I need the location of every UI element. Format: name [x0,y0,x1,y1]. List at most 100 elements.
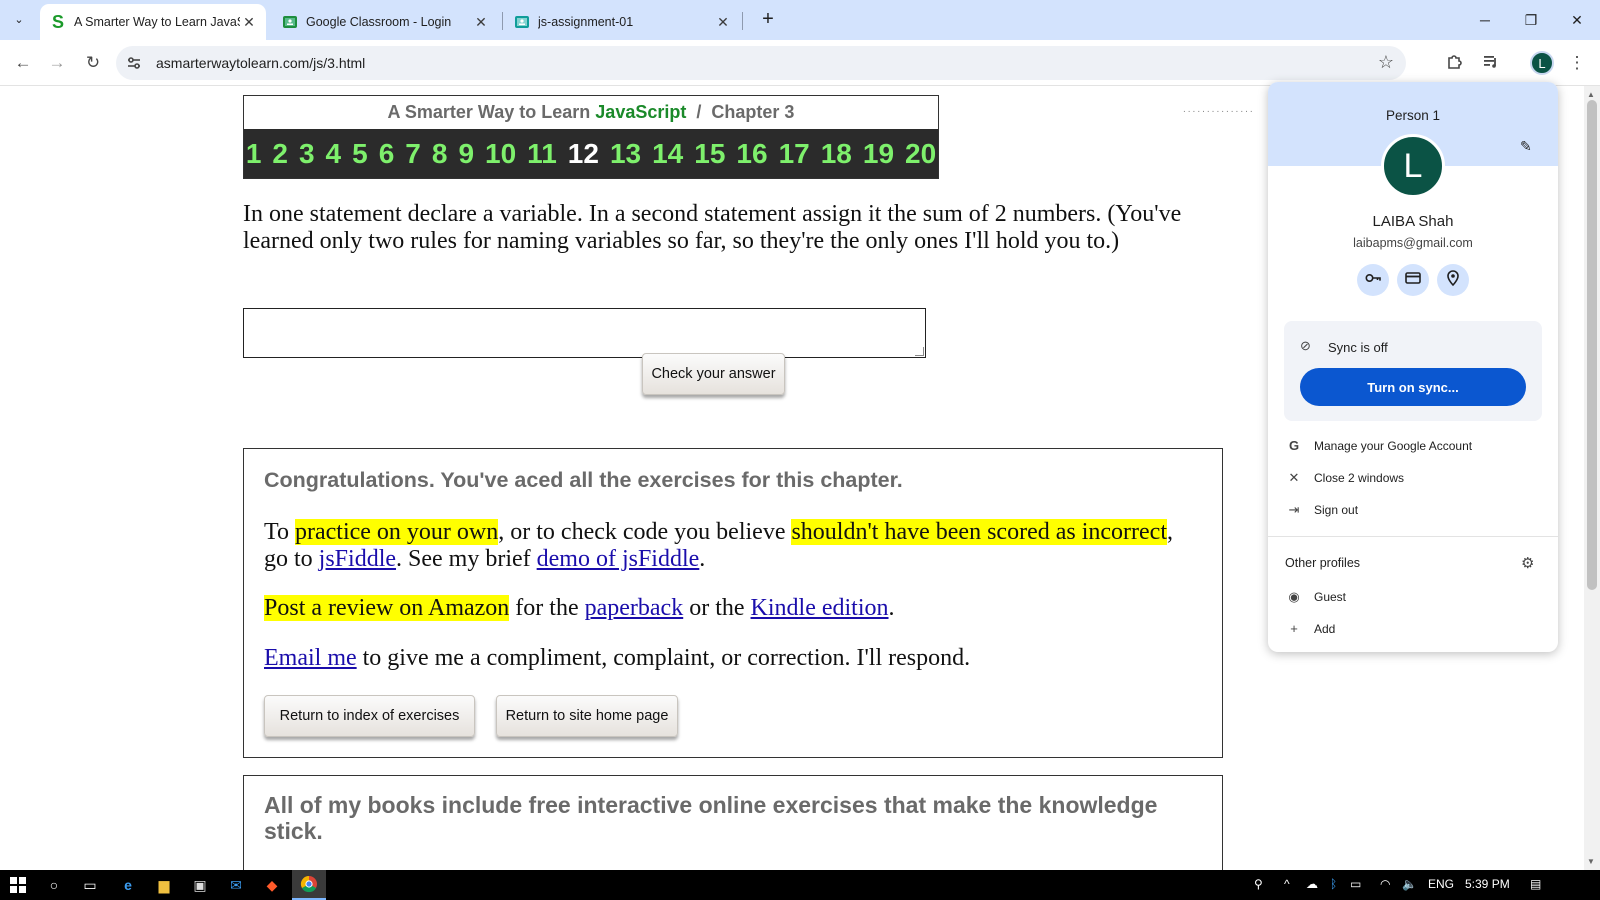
page-scrollbar[interactable]: ▲ ▼ [1584,86,1600,870]
books-heading: All of my books include free interactive… [264,792,1158,844]
site-info-icon[interactable] [126,55,142,71]
back-button[interactable]: ← [8,48,38,78]
exercise-number-link[interactable]: 6 [379,138,395,170]
manage-google-account-item[interactable]: G Manage your Google Account [1268,431,1558,461]
payment-methods-button[interactable] [1397,264,1429,296]
email-link[interactable]: Email me [264,645,357,671]
new-tab-button[interactable]: + [756,8,780,32]
close-icon[interactable]: ✕ [714,13,732,31]
chrome-icon [300,875,317,893]
exercise-number-link[interactable]: 20 [905,138,936,170]
practice-paragraph: To practice on your own, or to check cod… [264,519,1184,573]
puzzle-icon [1446,52,1464,75]
notifications-icon[interactable]: ▤ [1530,877,1541,891]
search-button[interactable]: ○ [44,875,64,895]
exercise-number-link[interactable]: 3 [299,138,315,170]
scroll-down-icon[interactable]: ▼ [1587,857,1595,866]
return-index-button[interactable]: Return to index of exercises [264,695,475,737]
title-separator: / [696,102,702,122]
addresses-button[interactable] [1437,264,1469,296]
exercise-number-link[interactable]: 14 [652,138,683,170]
scroll-up-icon[interactable]: ▲ [1587,90,1595,99]
chrome-taskbar-button[interactable] [292,870,326,900]
bookmark-star-icon[interactable]: ☆ [1378,52,1394,73]
exercise-number-link[interactable]: 8 [432,138,448,170]
jsfiddle-link[interactable]: jsFiddle [319,546,396,572]
passwords-button[interactable] [1357,264,1389,296]
exercise-number-link[interactable]: 11 [527,138,557,170]
people-icon[interactable]: ⚲ [1254,877,1263,891]
exercise-number-link[interactable]: 2 [272,138,288,170]
wifi-icon[interactable]: ◠ [1380,877,1390,891]
arrow-right-icon: → [48,53,66,72]
reload-button[interactable]: ↻ [78,48,108,78]
tab-asmarterway[interactable]: S A Smarter Way to Learn JavaScr ✕ [40,4,266,40]
add-profile-item[interactable]: + Add [1268,614,1558,644]
mail-button[interactable]: ✉ [226,875,246,895]
return-home-button[interactable]: Return to site home page [496,695,678,737]
file-explorer-button[interactable]: ▆ [154,875,174,895]
paperback-link[interactable]: paperback [585,595,684,621]
exercise-number-link[interactable]: 17 [779,138,810,170]
exercise-number-link[interactable]: 1 [246,138,262,170]
exercise-number-nav: 1 2 3 4 5 6 7 8 9 10 11 12 13 14 15 16 17 18 19 20 [244,129,938,178]
close-icon[interactable]: ✕ [472,13,490,31]
classroom-icon [282,14,298,30]
exercise-number-link[interactable]: 18 [821,138,852,170]
exercise-number-link[interactable]: 15 [694,138,725,170]
pencil-icon[interactable]: ✎ [1520,138,1532,155]
chevron-up-icon[interactable]: ^ [1284,877,1290,891]
exercise-number-link[interactable]: 9 [458,138,474,170]
exercise-number-link[interactable]: 5 [352,138,368,170]
scrollbar-thumb[interactable] [1587,100,1597,590]
clock[interactable]: 5:39 PM [1465,877,1510,891]
store-button[interactable]: ▣ [190,875,210,895]
exercise-number-link[interactable]: 7 [405,138,421,170]
jsfiddle-demo-link[interactable]: demo of jsFiddle [537,546,700,572]
highlight-review: Post a review on Amazon [264,595,510,621]
gear-icon[interactable]: ⚙ [1521,554,1534,572]
tab-search-button[interactable]: ⌄ [6,6,32,32]
media-controls-button[interactable] [1476,48,1506,78]
check-answer-button[interactable]: Check your answer [642,353,785,395]
restore-icon: ❐ [1524,11,1538,28]
profile-avatar-button[interactable]: L [1530,51,1554,75]
bluetooth-icon[interactable]: ᛒ [1330,877,1337,891]
exercise-number-link[interactable]: 10 [485,138,516,170]
guest-profile-item[interactable]: ◉ Guest [1268,582,1558,612]
language-indicator[interactable]: ENG [1428,877,1454,891]
windows-start-button[interactable] [8,875,28,895]
onedrive-icon[interactable]: ☁ [1306,877,1318,891]
resize-grip-icon[interactable] [915,347,924,356]
exercise-number-link[interactable]: 16 [736,138,767,170]
battery-icon[interactable]: ▭ [1350,877,1361,891]
plus-icon: + [762,8,774,30]
brave-button[interactable]: ◆ [262,875,282,895]
exercise-question: In one statement declare a variable. In … [243,201,1182,254]
close-windows-item[interactable]: ✕ Close 2 windows [1268,463,1558,493]
close-icon[interactable]: ✕ [240,13,258,31]
text: To [264,519,295,545]
exercise-number-link[interactable]: 19 [863,138,894,170]
edge-button[interactable]: e [118,875,138,895]
turn-on-sync-button[interactable]: Turn on sync... [1300,368,1526,406]
exercise-number-link[interactable]: 4 [326,138,342,170]
volume-icon[interactable]: 🔈 [1402,877,1417,891]
exercise-number-link[interactable]: 12 [568,138,599,170]
sign-out-item[interactable]: ⇥ Sign out [1268,495,1558,525]
minimize-button[interactable]: ─ [1462,0,1508,40]
chrome-menu-button[interactable]: ⋮ [1562,48,1592,78]
answer-textarea[interactable] [243,308,926,358]
close-window-button[interactable]: ✕ [1554,0,1600,40]
classroom-icon [514,14,530,30]
tab-js-assignment[interactable]: js-assignment-01 ✕ [504,4,740,40]
extensions-button[interactable] [1440,48,1470,78]
task-view-button[interactable]: ▭ [80,875,100,895]
forward-button[interactable]: → [42,48,72,78]
exercise-number-link[interactable]: 13 [610,138,641,170]
restore-button[interactable]: ❐ [1508,0,1554,40]
kindle-link[interactable]: Kindle edition [751,595,889,621]
tab-google-classroom[interactable]: Google Classroom - Login ✕ [272,4,498,40]
address-bar[interactable]: asmarterwaytolearn.com/js/3.html ☆ [116,46,1406,80]
tab-title: A Smarter Way to Learn JavaScr [74,15,240,29]
